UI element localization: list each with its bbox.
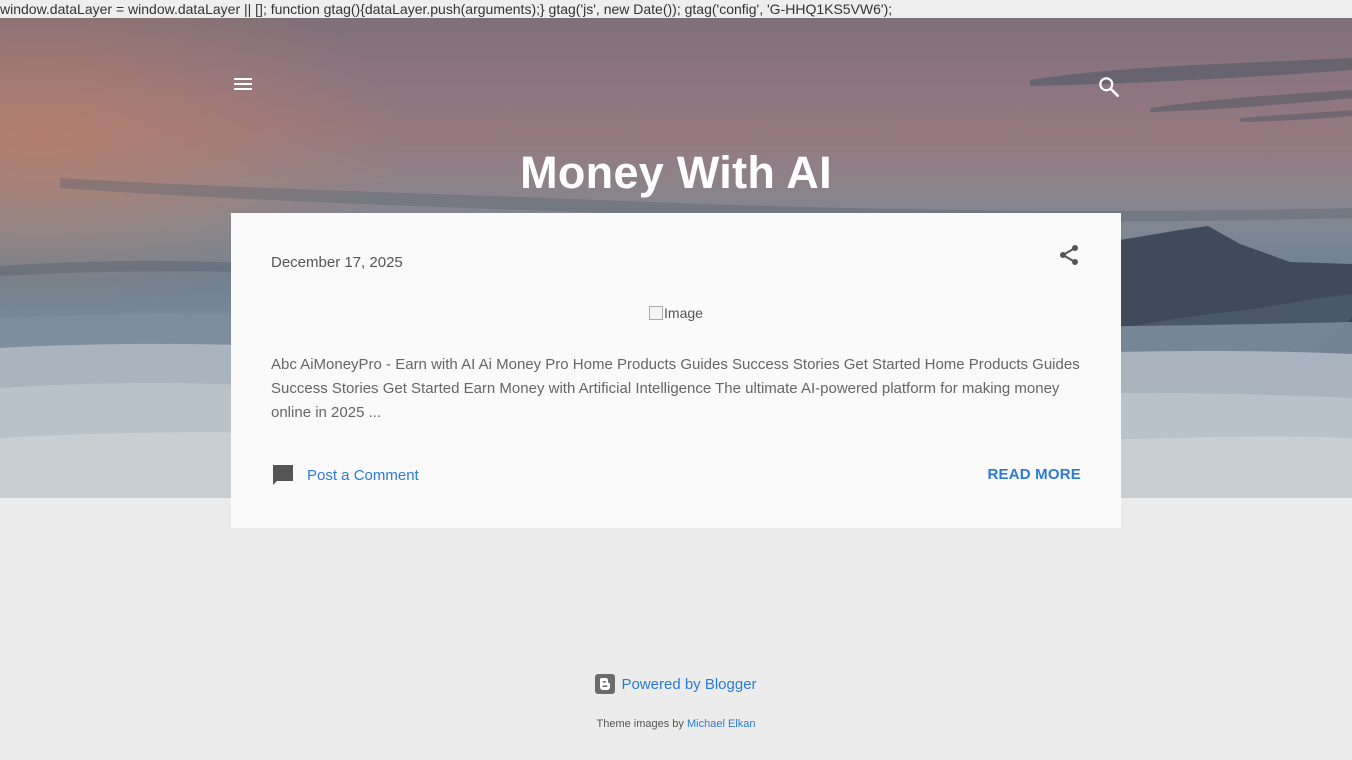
post-date[interactable]: December 17, 2025 — [271, 254, 403, 271]
powered-by-label: Powered by Blogger — [621, 675, 757, 693]
share-icon — [1060, 245, 1078, 265]
script-text-line: window.dataLayer = window.dataLayer || [… — [0, 0, 1352, 18]
hamburger-menu-icon — [234, 78, 252, 90]
post-image[interactable]: Image — [231, 305, 1121, 321]
blogger-icon — [595, 674, 616, 694]
comment-icon — [273, 465, 293, 485]
search-icon — [1099, 77, 1119, 97]
share-button[interactable] — [1057, 243, 1081, 267]
powered-by-blogger-link[interactable]: Powered by Blogger — [595, 674, 757, 694]
theme-credit-prefix: Theme images by — [596, 718, 684, 730]
post-comment-link[interactable]: Post a Comment — [271, 463, 419, 487]
site-title[interactable]: Money With AI — [0, 144, 1352, 202]
post-snippet: Abc AiMoneyPro - Earn with AI Ai Money P… — [271, 356, 1080, 421]
theme-author-link[interactable]: Michael Elkan — [687, 718, 755, 730]
theme-credit: Theme images by Michael Elkan — [0, 718, 1352, 730]
read-more-link[interactable]: READ MORE — [988, 466, 1081, 483]
image-alt-text: Image — [664, 305, 703, 321]
powered-by-section: Powered by Blogger — [0, 674, 1352, 694]
search-button[interactable] — [1096, 74, 1122, 100]
post-comment-label: Post a Comment — [307, 466, 419, 484]
post-card: December 17, 2025 Image Abc AiMoneyPro -… — [231, 213, 1121, 528]
broken-image-icon — [649, 306, 664, 320]
hamburger-menu-button[interactable] — [231, 72, 255, 96]
